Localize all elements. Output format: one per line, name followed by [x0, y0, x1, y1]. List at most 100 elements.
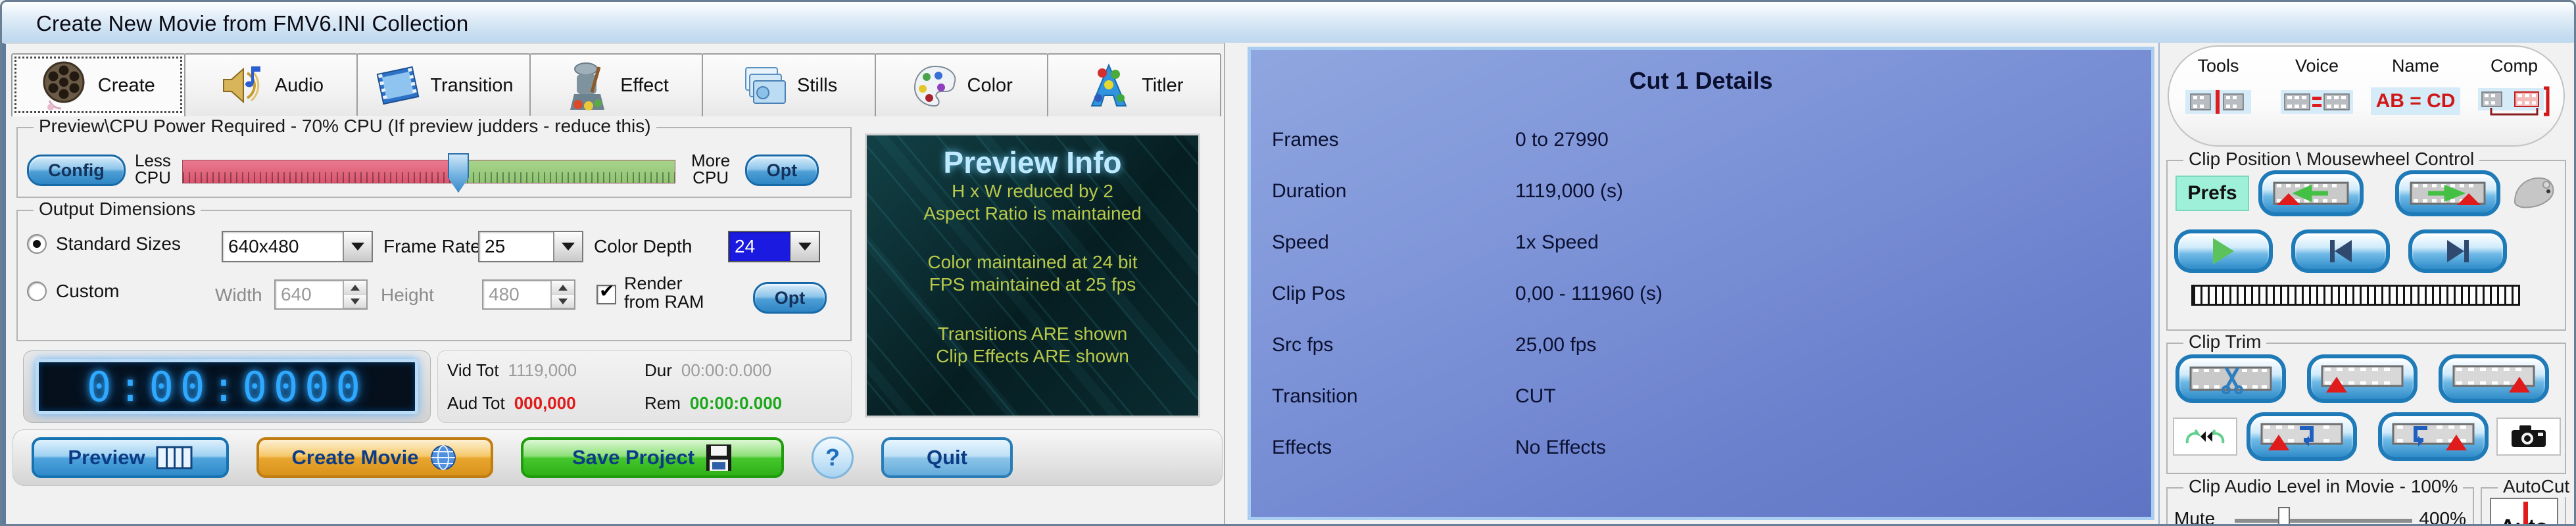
tab-color[interactable]: Color [874, 53, 1049, 116]
set-clip-end-button[interactable] [2439, 354, 2549, 403]
tools-split-button[interactable] [2169, 84, 2268, 118]
nudge-back-button[interactable] [2258, 170, 2364, 216]
height-decrement-icon[interactable] [552, 295, 574, 308]
filmstrip-icon [156, 444, 193, 471]
undo-trim-button[interactable] [2173, 418, 2237, 456]
frame-rate-label: Frame Rate [383, 236, 481, 256]
custom-size-radio-row[interactable]: Custom [27, 281, 119, 302]
cut-detail-key: Transition [1272, 385, 1358, 407]
window-title: Create New Movie from FMV6.INI Collectio… [36, 11, 469, 36]
audio-level-slider[interactable] [2235, 519, 2412, 523]
comp-header: Comp [2490, 56, 2539, 76]
tab-titler[interactable]: Titler [1047, 53, 1222, 116]
height-increment-icon[interactable] [552, 281, 574, 295]
preview-button-label: Preview [68, 446, 145, 469]
previous-clip-button[interactable] [2291, 229, 2390, 273]
preview-info-line: H x W reduced by 2 [952, 181, 1113, 201]
next-clip-button[interactable] [2408, 229, 2507, 273]
cpu-opt-button[interactable]: Opt [745, 155, 819, 186]
standard-size-chevron-down-icon[interactable] [343, 232, 372, 261]
render-from-ram-checkbox[interactable] [596, 282, 616, 304]
standard-sizes-label: Standard Sizes [56, 233, 181, 254]
painter-icon [564, 60, 612, 111]
tab-stills[interactable]: Stills [702, 53, 876, 116]
film-reel-icon [41, 60, 90, 111]
create-movie-button[interactable]: Create Movie [256, 437, 493, 478]
clip-position-ruler[interactable] [2191, 285, 2520, 306]
rem-row: Rem 00:00:0.000 [644, 393, 842, 414]
tab-transition[interactable]: Transition [356, 53, 531, 116]
mute-label[interactable]: Mute [2174, 508, 2215, 524]
save-project-button[interactable]: Save Project [521, 437, 784, 478]
play-button[interactable] [2174, 229, 2273, 273]
standard-sizes-radio[interactable] [27, 234, 47, 254]
set-clip-start-button[interactable] [2307, 354, 2418, 403]
vid-tot-row: Vid Tot 1119,000 [447, 360, 644, 381]
color-depth-select[interactable]: 24 [728, 231, 820, 262]
frame-rate-chevron-down-icon[interactable] [553, 232, 582, 261]
tab-label-create: Create [97, 74, 155, 96]
cut-detail-row: Clip Pos 0,00 - 111960 (s) [1251, 268, 2151, 320]
loop-to-end-button[interactable] [2378, 412, 2489, 461]
tool-capsule-icons: AB = CD [2169, 84, 2564, 118]
height-stepper[interactable]: 480 [482, 279, 575, 310]
width-stepper[interactable]: 640 [274, 279, 368, 310]
name-abcd-button[interactable]: AB = CD [2366, 84, 2465, 118]
cut-detail-value: CUT [1515, 385, 1556, 407]
frame-rate-select[interactable]: 25 [478, 231, 583, 262]
nudge-forward-button[interactable] [2395, 170, 2500, 216]
height-stepper-buttons[interactable] [550, 281, 574, 308]
autocut-button[interactable]: Auto [2490, 498, 2558, 524]
custom-size-radio[interactable] [27, 281, 47, 301]
snapshot-button[interactable] [2496, 418, 2561, 456]
loop-from-start-button[interactable] [2247, 412, 2357, 461]
cut-clip-button[interactable] [2175, 354, 2286, 403]
comp-button[interactable] [2465, 84, 2564, 118]
cpu-slider-thumb[interactable] [448, 153, 469, 193]
audio-max-label: 400% [2419, 508, 2466, 526]
film-arrow-right-icon [2410, 181, 2486, 205]
tab-audio[interactable]: Audio [183, 53, 358, 116]
quit-button[interactable]: Quit [881, 437, 1013, 478]
width-stepper-buttons[interactable] [343, 281, 366, 308]
cut-detail-row: Src fps 25,00 fps [1251, 320, 2151, 371]
cut-details-title: Cut 1 Details [1629, 67, 1773, 94]
output-opt-button[interactable]: Opt [753, 282, 827, 314]
cut-details-panel: Cut 1 Details Frames 0 to 27990 Duration… [1248, 47, 2154, 520]
preview-button[interactable]: Preview [32, 437, 229, 478]
clip-trim-group-title: Clip Trim [2183, 331, 2267, 352]
color-depth-chevron-down-icon[interactable] [790, 232, 819, 261]
timecode-value: 0:00:0000 [87, 362, 367, 411]
help-button[interactable]: ? [812, 437, 854, 479]
voice-equal-button[interactable] [2268, 84, 2366, 118]
prefs-button[interactable]: Prefs [2175, 176, 2249, 211]
aud-tot-value: 000,000 [514, 393, 576, 413]
dur-label: Dur [644, 360, 672, 380]
width-decrement-icon[interactable] [344, 295, 366, 308]
cpu-power-slider[interactable] [182, 160, 675, 183]
width-increment-icon[interactable] [344, 281, 366, 295]
vid-tot-value: 1119,000 [508, 360, 577, 380]
audio-level-slider-thumb[interactable] [2278, 507, 2290, 524]
cut-detail-value: 1x Speed [1515, 231, 1599, 253]
tab-create[interactable]: Create [11, 53, 185, 116]
voice-header: Voice [2295, 56, 2339, 76]
clip-trim-group: Clip Trim [2166, 331, 2566, 474]
preview-info-panel: Preview Info H x W reduced by 2 Aspect R… [865, 133, 1200, 418]
cpu-power-group: Preview\CPU Power Required - 70% CPU (If… [16, 116, 852, 198]
center-panel: Cut 1 Details Frames 0 to 27990 Duration… [1224, 43, 2158, 524]
config-button[interactable]: Config [27, 155, 126, 186]
rem-label: Rem [644, 393, 681, 413]
width-value: 640 [281, 284, 312, 304]
preview-info-title: Preview Info [943, 145, 1122, 179]
skip-next-icon [2446, 240, 2464, 262]
photos-icon [741, 60, 789, 111]
timecode-display: 0:00:0000 [23, 350, 431, 423]
tab-effect[interactable]: Effect [529, 53, 704, 116]
standard-size-value: 640x480 [228, 236, 299, 256]
cut-details-rows: Frames 0 to 27990 Duration 1119,000 (s) … [1251, 114, 2151, 473]
timecode-screen: 0:00:0000 [36, 359, 418, 414]
preview-info-line: Transitions ARE shown [937, 323, 1128, 344]
standard-size-select[interactable]: 640x480 [222, 231, 373, 262]
standard-sizes-radio-row[interactable]: Standard Sizes [27, 233, 181, 254]
